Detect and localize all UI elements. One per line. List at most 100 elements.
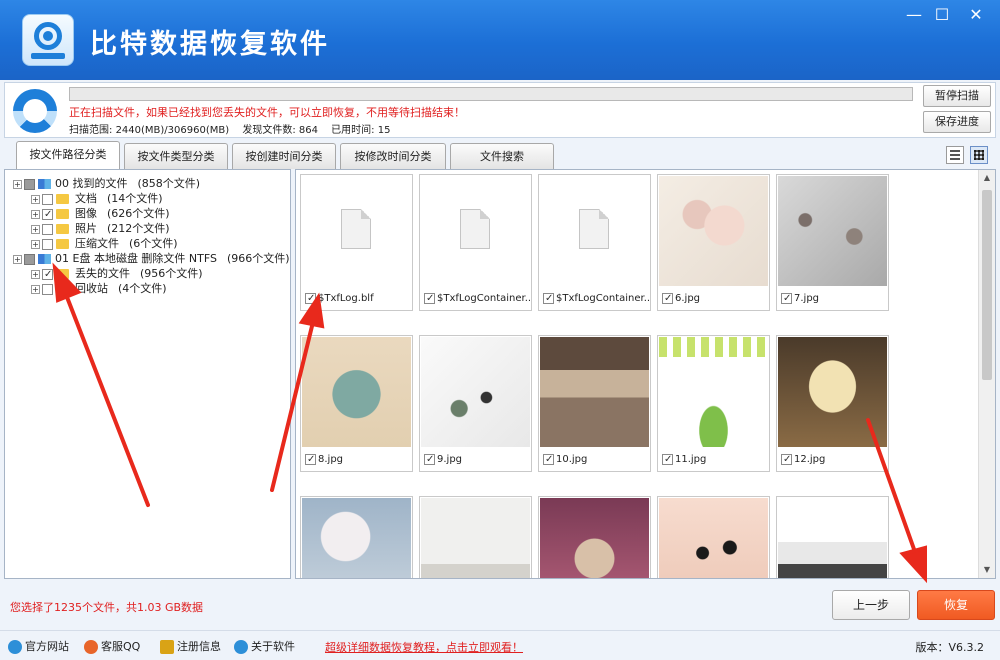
found-count: 864	[298, 125, 318, 136]
expand-toggle-icon[interactable]: +	[31, 209, 40, 219]
tree-node[interactable]: + 图像 (626个文件)	[31, 206, 170, 222]
file-name: 8.jpg	[305, 452, 411, 468]
expand-toggle-icon[interactable]: +	[31, 224, 40, 234]
tree-node[interactable]: + 照片 (212个文件)	[31, 221, 170, 236]
tab-by-type[interactable]: 按文件类型分类	[124, 143, 228, 169]
qq-penguin-icon	[84, 640, 98, 654]
file-tile[interactable]: 6.jpg	[657, 174, 770, 311]
support-qq-link[interactable]: 客服QQ	[84, 639, 140, 655]
tree-checkbox[interactable]	[24, 178, 35, 190]
file-checkbox[interactable]	[662, 452, 673, 468]
app-title: 比特数据恢复软件	[90, 29, 330, 60]
file-tile[interactable]	[776, 496, 889, 578]
previous-step-button[interactable]: 上一步	[832, 590, 910, 620]
file-checkbox[interactable]	[543, 452, 554, 468]
image-preview	[659, 498, 768, 578]
registration-link[interactable]: 注册信息	[160, 639, 221, 655]
recover-button[interactable]: 恢复	[917, 590, 995, 620]
scroll-thumb[interactable]	[982, 190, 992, 380]
scroll-up-icon[interactable]: ▲	[979, 170, 995, 186]
file-checkbox[interactable]	[662, 291, 673, 307]
about-link[interactable]: 关于软件	[234, 639, 295, 655]
file-preview	[540, 176, 649, 286]
file-checkbox[interactable]	[424, 291, 435, 307]
drive-icon	[38, 254, 51, 264]
folder-tree: +00 找到的文件 (858个文件) + 文档 (14个文件) + 图像 (626个文件) + 照…	[4, 169, 291, 579]
file-tile[interactable]	[300, 496, 413, 578]
tree-checkbox[interactable]	[42, 207, 53, 222]
tree-node-count: (966个文件)	[227, 252, 290, 265]
maximize-button[interactable]: ☐	[928, 4, 956, 28]
file-tile[interactable]: 9.jpg	[419, 335, 532, 472]
file-name: 6.jpg	[662, 291, 768, 307]
expand-toggle-icon[interactable]: +	[13, 254, 22, 264]
scroll-down-icon[interactable]: ▼	[979, 562, 995, 578]
tree-checkbox[interactable]	[42, 283, 53, 295]
tree-node[interactable]: + 文档 (14个文件)	[31, 191, 163, 206]
save-progress-button[interactable]: 保存进度	[923, 111, 991, 133]
file-checkbox[interactable]	[305, 452, 316, 468]
tree-node-count: (212个文件)	[107, 222, 170, 235]
file-checkbox[interactable]	[424, 452, 435, 468]
tree-node[interactable]: + 回收站 (4个文件)	[31, 281, 167, 296]
file-tile[interactable]: 8.jpg	[300, 335, 413, 472]
expand-toggle-icon[interactable]: +	[31, 194, 40, 204]
file-tile[interactable]: $TxfLogContainer...	[419, 174, 532, 311]
expand-toggle-icon[interactable]: +	[13, 179, 22, 189]
minimize-button[interactable]: —	[900, 4, 928, 28]
tree-checkbox[interactable]	[42, 223, 53, 235]
file-tile[interactable]	[419, 496, 532, 578]
tree-node-label: 图像	[75, 207, 97, 220]
tab-by-created[interactable]: 按创建时间分类	[232, 143, 336, 169]
pause-scan-button[interactable]: 暂停扫描	[923, 85, 991, 107]
file-tile[interactable]: 11.jpg	[657, 335, 770, 472]
tab-by-modified[interactable]: 按修改时间分类	[340, 143, 446, 169]
image-preview	[540, 498, 649, 578]
official-site-link[interactable]: 官方网站	[8, 639, 69, 655]
file-tile[interactable]: $TxfLogContainer...	[538, 174, 651, 311]
file-tile[interactable]	[538, 496, 651, 578]
scan-info: 扫描范围: 2440(MB)/306960(MB) 发现文件数: 864 已用时…	[69, 125, 391, 136]
file-preview	[421, 176, 530, 286]
list-view-icon[interactable]	[946, 146, 964, 164]
file-tile[interactable]: 7.jpg	[776, 174, 889, 311]
close-button[interactable]: ✕	[962, 4, 990, 28]
document-file-icon	[341, 209, 371, 249]
tree-checkbox[interactable]	[42, 193, 53, 205]
tree-node[interactable]: +00 找到的文件 (858个文件)	[13, 176, 200, 191]
file-name: $TxfLogContainer...	[543, 291, 649, 307]
document-file-icon	[579, 209, 609, 249]
tree-node[interactable]: + 丢失的文件 (956个文件)	[31, 266, 203, 282]
file-checkbox[interactable]	[305, 291, 316, 307]
scan-status-panel: 正在扫描文件，如果已经找到您丢失的文件，可以立即恢复，不用等待扫描结束！ 扫描范…	[4, 82, 996, 138]
tree-node-label: 文档	[75, 192, 97, 205]
expand-toggle-icon[interactable]: +	[31, 284, 40, 294]
file-tile[interactable]: 10.jpg	[538, 335, 651, 472]
file-checkbox[interactable]	[543, 291, 554, 307]
tutorial-promo-link[interactable]: 超级详细数据恢复教程，点击立即观看！	[325, 639, 523, 655]
tree-checkbox[interactable]	[42, 267, 53, 282]
file-checkbox[interactable]	[781, 291, 792, 307]
file-name: 7.jpg	[781, 291, 887, 307]
thumbnail-view-icon[interactable]	[970, 146, 988, 164]
tab-by-path[interactable]: 按文件路径分类	[16, 141, 120, 169]
scan-range-value: 2440(MB)/306960(MB)	[115, 125, 230, 136]
expand-toggle-icon[interactable]: +	[31, 239, 40, 249]
file-tile[interactable]: $TxfLog.blf	[300, 174, 413, 311]
tree-node[interactable]: +01 E盘 本地磁盘 删除文件 NTFS (966个文件)	[13, 251, 290, 266]
tree-checkbox[interactable]	[24, 253, 35, 265]
image-preview	[659, 337, 768, 447]
tab-file-search[interactable]: 文件搜索	[450, 143, 554, 169]
folder-icon	[56, 224, 69, 234]
tree-node-count: (6个文件)	[129, 237, 178, 250]
tree-node[interactable]: + 压缩文件 (6个文件)	[31, 236, 178, 251]
vertical-scrollbar[interactable]: ▲ ▼	[978, 170, 995, 578]
expand-toggle-icon[interactable]: +	[31, 269, 40, 279]
key-icon	[160, 640, 174, 654]
info-icon	[234, 640, 248, 654]
file-tile[interactable]	[657, 496, 770, 578]
file-checkbox[interactable]	[781, 452, 792, 468]
tree-checkbox[interactable]	[42, 238, 53, 250]
file-tile[interactable]: 12.jpg	[776, 335, 889, 472]
tree-node-label: 丢失的文件	[75, 267, 130, 280]
